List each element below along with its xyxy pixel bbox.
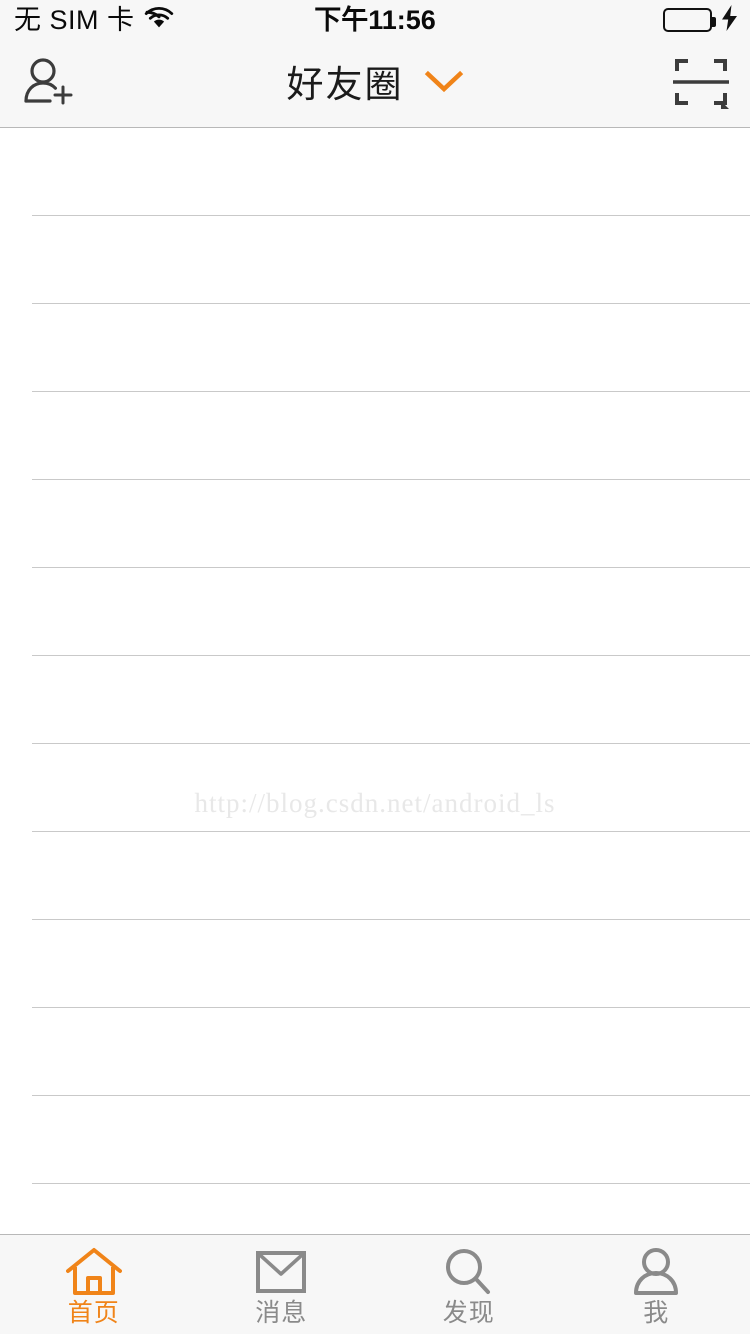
person-icon [630, 1247, 682, 1297]
chevron-down-icon[interactable] [424, 69, 464, 100]
list-item[interactable] [0, 392, 750, 480]
tab-discover[interactable]: 发现 [375, 1235, 563, 1334]
list-item[interactable] [0, 832, 750, 920]
scan-qr-icon [672, 54, 730, 115]
tab-home[interactable]: 首页 [0, 1235, 188, 1334]
page-title: 好友圈 [286, 63, 404, 105]
battery-cap [712, 17, 716, 27]
bottom-tab-bar: 首页 消息 发现 我 [0, 1234, 750, 1334]
add-friend-icon [19, 54, 75, 115]
scan-qr-button[interactable] [666, 40, 736, 128]
tab-home-label: 首页 [67, 1299, 120, 1327]
list-item[interactable] [0, 304, 750, 392]
home-icon [65, 1247, 122, 1297]
list-item[interactable] [0, 1096, 750, 1184]
friend-circle-list [0, 128, 750, 1184]
list-item[interactable] [0, 744, 750, 832]
lightning-bolt-icon [721, 4, 738, 36]
list-item[interactable] [0, 128, 750, 216]
list-item[interactable] [0, 656, 750, 744]
search-icon [443, 1247, 495, 1297]
app-root: 无 SIM 卡 下午11:56 好友圈 http://blog.csdn.net… [0, 0, 750, 1334]
list-item[interactable] [0, 480, 750, 568]
nav-bar: 好友圈 [0, 40, 750, 128]
tab-profile-label: 我 [643, 1299, 670, 1327]
add-friend-button[interactable] [12, 40, 82, 128]
envelope-icon [255, 1247, 307, 1297]
list-item[interactable] [0, 216, 750, 304]
nav-title-area: 好友圈 [0, 40, 750, 128]
tab-profile[interactable]: 我 [563, 1235, 750, 1334]
tab-messages[interactable]: 消息 [188, 1235, 376, 1334]
status-bar: 无 SIM 卡 下午11:56 [0, 0, 750, 40]
battery-full-icon [663, 8, 716, 32]
list-item[interactable] [0, 920, 750, 1008]
tab-discover-label: 发现 [442, 1299, 495, 1327]
status-bar-right [663, 0, 738, 40]
list-item[interactable] [0, 568, 750, 656]
list-item[interactable] [0, 1008, 750, 1096]
status-bar-time: 下午11:56 [314, 5, 436, 35]
content-area: http://blog.csdn.net/android_ls [0, 128, 750, 1234]
tab-messages-label: 消息 [255, 1299, 308, 1327]
